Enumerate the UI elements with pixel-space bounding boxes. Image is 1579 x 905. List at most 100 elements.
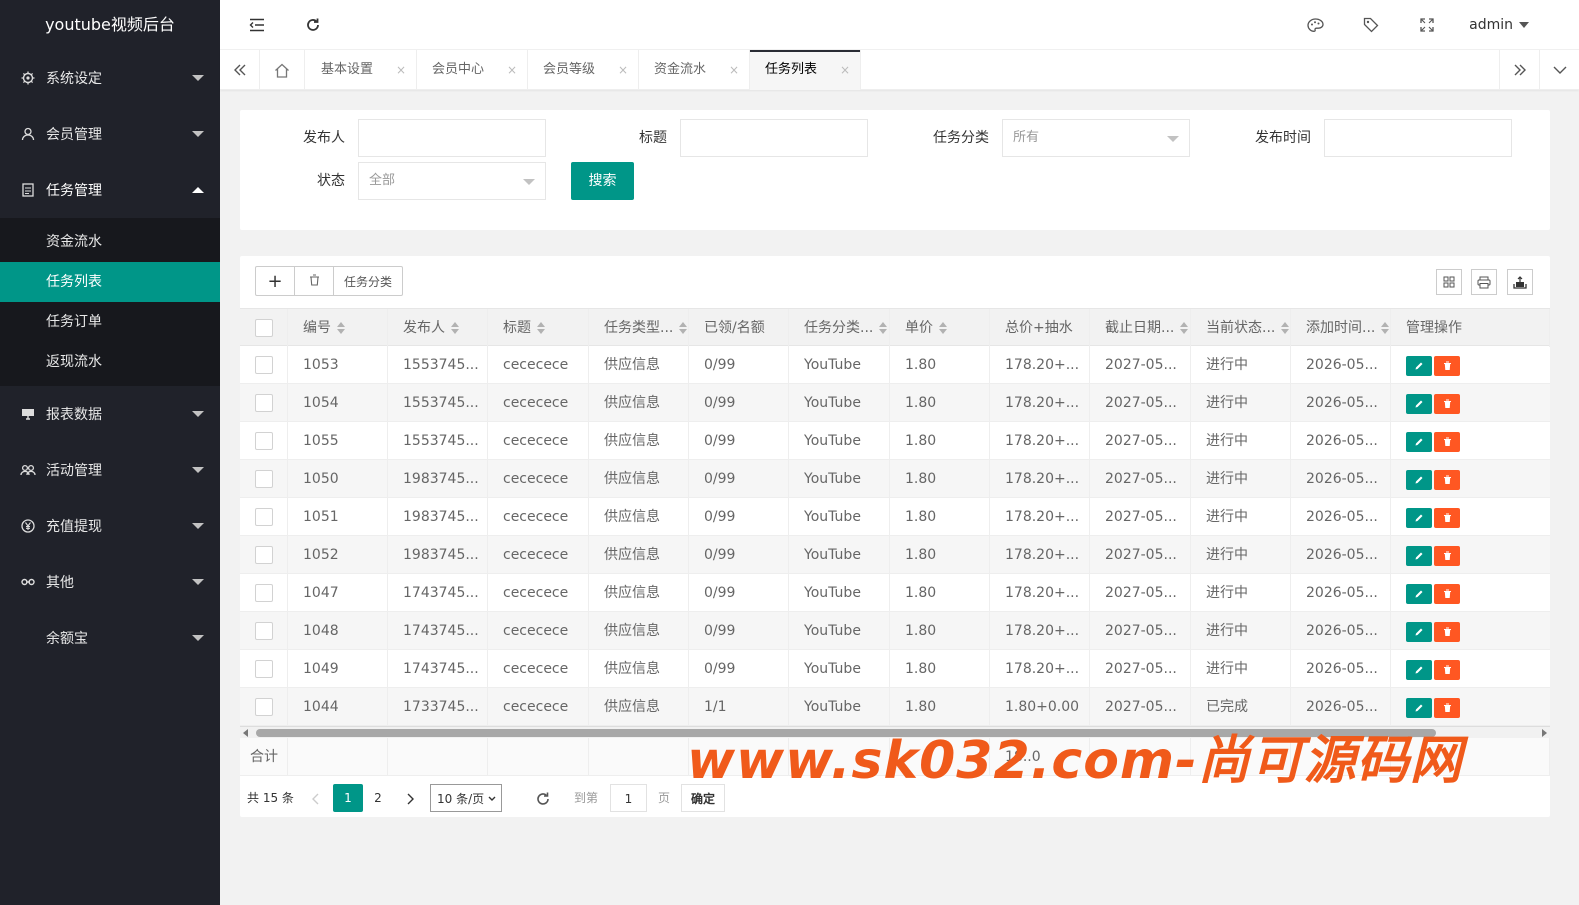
- publish-time-input[interactable]: [1324, 119, 1512, 157]
- status-select[interactable]: 全部: [358, 162, 546, 200]
- table-row[interactable]: 1053 1553745... cececece 供应信息 0/99 YouTube 1.8…: [240, 346, 1550, 384]
- sort-icon[interactable]: [939, 322, 947, 334]
- title-input[interactable]: [680, 119, 868, 157]
- col-header-unit-price[interactable]: 单价: [890, 309, 990, 347]
- edit-button[interactable]: [1406, 622, 1432, 642]
- edit-button[interactable]: [1406, 470, 1432, 490]
- edit-button[interactable]: [1406, 546, 1432, 566]
- row-checkbox[interactable]: [255, 660, 273, 678]
- nav-item-other[interactable]: 其他: [0, 554, 220, 610]
- next-page-icon[interactable]: [400, 784, 420, 812]
- col-header-deadline[interactable]: 截止日期...: [1090, 309, 1191, 347]
- page-size-select[interactable]: 10 条/页: [430, 784, 502, 812]
- home-icon[interactable]: [260, 50, 305, 90]
- delete-button[interactable]: [295, 267, 334, 295]
- tab-basic-settings[interactable]: 基本设置 ×: [306, 50, 417, 90]
- sort-icon[interactable]: [1281, 322, 1290, 334]
- prev-page-icon[interactable]: [306, 784, 326, 812]
- refresh-icon[interactable]: [300, 0, 326, 50]
- nav-item-recharge[interactable]: 充值提现: [0, 498, 220, 554]
- sort-icon[interactable]: [537, 322, 545, 334]
- delete-row-button[interactable]: [1434, 698, 1460, 718]
- row-checkbox[interactable]: [255, 432, 273, 450]
- sort-icon[interactable]: [879, 322, 888, 334]
- col-header-publisher[interactable]: 发布人: [388, 309, 488, 347]
- print-icon[interactable]: [1471, 269, 1497, 295]
- export-icon[interactable]: [1507, 269, 1533, 295]
- page-1[interactable]: 1: [333, 784, 363, 812]
- tab-funds[interactable]: 资金流水 ×: [639, 50, 750, 90]
- tabs-scroll-left-icon[interactable]: [220, 50, 260, 90]
- col-header-task-category[interactable]: 任务分类...: [789, 309, 890, 347]
- tabs-menu-chevron-down-icon[interactable]: [1539, 50, 1579, 90]
- refresh-page-icon[interactable]: [532, 784, 554, 812]
- nav-item-members[interactable]: 会员管理: [0, 106, 220, 162]
- publisher-input[interactable]: [358, 119, 546, 157]
- menu-fold-icon[interactable]: [244, 0, 270, 50]
- delete-row-button[interactable]: [1434, 660, 1460, 680]
- row-checkbox[interactable]: [255, 356, 273, 374]
- nav-item-system[interactable]: 系统设定: [0, 50, 220, 106]
- select-all-checkbox[interactable]: [255, 319, 273, 337]
- tab-member-center[interactable]: 会员中心 ×: [417, 50, 528, 90]
- edit-button[interactable]: [1406, 356, 1432, 376]
- subnav-item-task-orders[interactable]: 任务订单: [0, 302, 220, 342]
- sort-icon[interactable]: [337, 322, 345, 334]
- edit-button[interactable]: [1406, 698, 1432, 718]
- row-checkbox[interactable]: [255, 622, 273, 640]
- edit-button[interactable]: [1406, 394, 1432, 414]
- subnav-item-cashback[interactable]: 返现流水: [0, 342, 220, 382]
- subnav-item-task-list[interactable]: 任务列表: [0, 262, 220, 302]
- delete-row-button[interactable]: [1434, 508, 1460, 528]
- row-checkbox[interactable]: [255, 508, 273, 526]
- delete-row-button[interactable]: [1434, 622, 1460, 642]
- table-row[interactable]: 1047 1743745... cececece 供应信息 0/99 YouTube 1.8…: [240, 574, 1550, 612]
- sort-icon[interactable]: [1180, 322, 1189, 334]
- delete-row-button[interactable]: [1434, 394, 1460, 414]
- delete-row-button[interactable]: [1434, 356, 1460, 376]
- search-button[interactable]: 搜索: [571, 162, 634, 200]
- close-icon[interactable]: ×: [618, 50, 628, 90]
- scroll-left-arrow-icon[interactable]: [243, 729, 248, 737]
- edit-button[interactable]: [1406, 432, 1432, 452]
- row-checkbox[interactable]: [255, 698, 273, 716]
- col-header-id[interactable]: 编号: [288, 309, 388, 347]
- tag-icon[interactable]: [1358, 0, 1384, 50]
- row-checkbox[interactable]: [255, 546, 273, 564]
- nav-item-tasks[interactable]: 任务管理: [0, 162, 220, 218]
- user-menu[interactable]: admin: [1469, 0, 1529, 50]
- close-icon[interactable]: ×: [729, 50, 739, 90]
- table-row[interactable]: 1052 1983745... cececece 供应信息 0/99 YouTube 1.8…: [240, 536, 1550, 574]
- col-header-title[interactable]: 标题: [488, 309, 589, 347]
- add-button[interactable]: +: [256, 267, 295, 295]
- table-row[interactable]: 1048 1743745... cececece 供应信息 0/99 YouTube 1.8…: [240, 612, 1550, 650]
- sort-icon[interactable]: [1381, 322, 1390, 334]
- sort-icon[interactable]: [679, 322, 688, 334]
- row-checkbox[interactable]: [255, 584, 273, 602]
- category-select[interactable]: 所有: [1002, 119, 1190, 157]
- delete-row-button[interactable]: [1434, 432, 1460, 452]
- edit-button[interactable]: [1406, 660, 1432, 680]
- tab-task-list[interactable]: 任务列表 ×: [750, 50, 861, 90]
- nav-item-balance[interactable]: 余额宝: [0, 610, 220, 666]
- row-checkbox[interactable]: [255, 470, 273, 488]
- row-checkbox[interactable]: [255, 394, 273, 412]
- col-header-task-type[interactable]: 任务类型...: [589, 309, 689, 347]
- palette-icon[interactable]: [1302, 0, 1328, 50]
- fullscreen-icon[interactable]: [1414, 0, 1440, 50]
- scroll-right-arrow-icon[interactable]: [1542, 729, 1547, 737]
- nav-item-activities[interactable]: 活动管理: [0, 442, 220, 498]
- task-category-button[interactable]: 任务分类: [334, 267, 402, 295]
- delete-row-button[interactable]: [1434, 546, 1460, 566]
- table-row[interactable]: 1055 1553745... cececece 供应信息 0/99 YouTube 1.8…: [240, 422, 1550, 460]
- table-row[interactable]: 1054 1553745... cececece 供应信息 0/99 YouTube 1.8…: [240, 384, 1550, 422]
- edit-button[interactable]: [1406, 584, 1432, 604]
- sort-icon[interactable]: [451, 322, 459, 334]
- table-row[interactable]: 1049 1743745... cececece 供应信息 0/99 YouTube 1.8…: [240, 650, 1550, 688]
- subnav-item-funds[interactable]: 资金流水: [0, 222, 220, 262]
- tabs-scroll-right-icon[interactable]: [1499, 50, 1539, 90]
- close-icon[interactable]: ×: [507, 50, 517, 90]
- goto-page-input[interactable]: 1: [610, 784, 647, 812]
- page-2[interactable]: 2: [363, 784, 393, 812]
- col-header-status[interactable]: 当前状态...: [1191, 309, 1291, 347]
